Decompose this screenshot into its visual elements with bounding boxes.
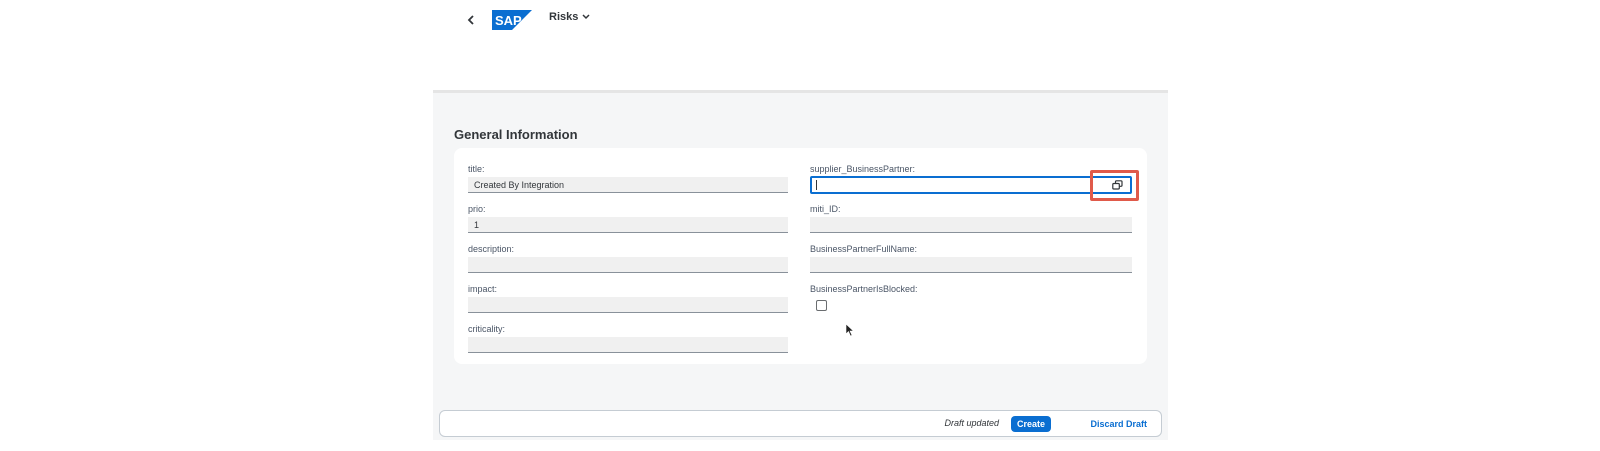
sap-logo-icon: SAP [492, 10, 532, 30]
criticality-label: criticality: [468, 324, 506, 334]
app-title-menu[interactable]: Risks [549, 11, 590, 23]
footer-toolbar: Draft updated Create Discard Draft [439, 410, 1162, 437]
section-title: General Information [454, 127, 578, 142]
title-label: title: [468, 164, 485, 174]
discard-draft-button[interactable]: Discard Draft [1086, 416, 1151, 432]
supplier-businesspartner-input[interactable] [810, 176, 1132, 194]
description-input[interactable] [468, 257, 788, 273]
businesspartner-fullname-label: BusinessPartnerFullName: [810, 244, 918, 254]
sap-logo[interactable]: SAP [492, 10, 532, 30]
miti-id-label: miti_ID: [810, 204, 841, 214]
back-button[interactable] [462, 10, 480, 30]
chevron-left-icon [467, 15, 474, 25]
criticality-input[interactable] [468, 337, 788, 353]
miti-id-input[interactable] [810, 217, 1132, 233]
create-button[interactable]: Create [1010, 416, 1051, 432]
text-caret [816, 180, 817, 190]
supplier-businesspartner-label: supplier_BusinessPartner: [810, 164, 916, 174]
shell-bar: SAP Risks [0, 0, 1600, 40]
impact-input[interactable] [468, 297, 788, 313]
annotation-highlight-box [1090, 170, 1139, 201]
logo-text: SAP [495, 13, 522, 28]
businesspartner-isblocked-label: BusinessPartnerIsBlocked: [810, 284, 918, 294]
form-card: title: Created By Integration prio: 1 de… [454, 148, 1147, 364]
prio-label: prio: [468, 204, 486, 214]
app-title: Risks [549, 11, 579, 23]
draft-status-text: Draft updated [944, 418, 999, 428]
businesspartner-isblocked-checkbox[interactable] [816, 300, 827, 311]
businesspartner-fullname-input[interactable] [810, 257, 1132, 273]
mouse-pointer-icon [845, 323, 855, 337]
title-input[interactable]: Created By Integration [468, 177, 788, 193]
object-page-content: General Information title: Created By In… [433, 90, 1168, 440]
description-label: description: [468, 244, 515, 254]
prio-input[interactable]: 1 [468, 217, 788, 233]
chevron-down-icon [582, 14, 590, 20]
impact-label: impact: [468, 284, 498, 294]
